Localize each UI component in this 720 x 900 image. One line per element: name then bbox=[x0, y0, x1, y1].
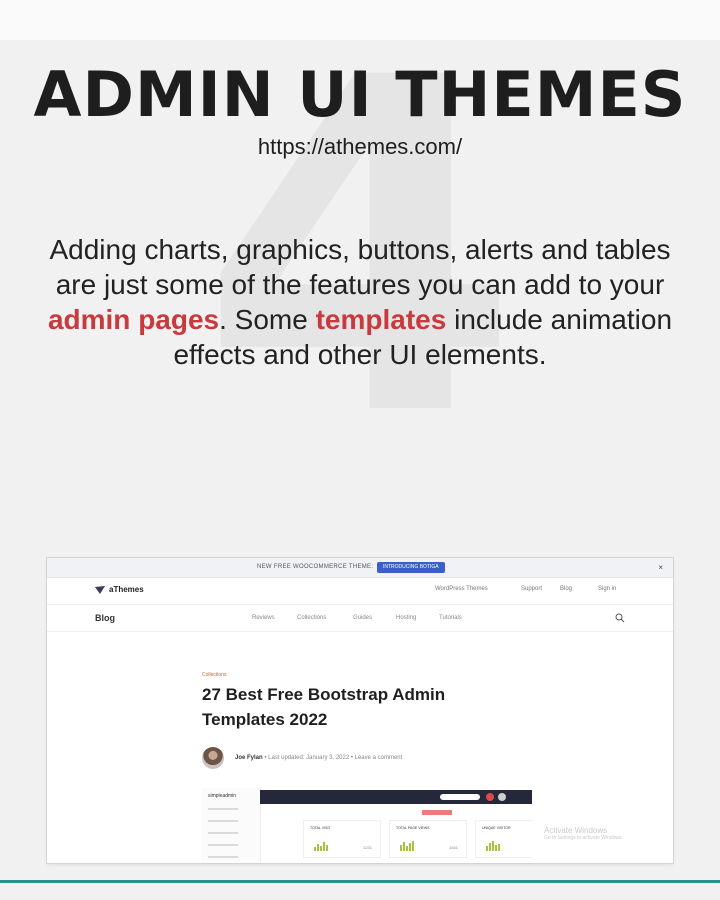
subnav-collections[interactable]: Collections bbox=[297, 615, 326, 621]
stat-card-chart bbox=[486, 833, 501, 851]
nav-support[interactable]: Support bbox=[521, 586, 542, 592]
preview-button bbox=[422, 810, 452, 815]
stat-card-value: 1641 bbox=[449, 845, 458, 850]
athemes-logo-icon bbox=[95, 586, 105, 594]
nav-wordpress-themes[interactable]: WordPress Themes bbox=[435, 586, 488, 592]
stat-card-chart bbox=[314, 833, 329, 851]
stat-card-title: TOTAL PAGE VIEWS bbox=[396, 826, 430, 830]
nav-blog[interactable]: Blog bbox=[560, 586, 572, 592]
blog-heading[interactable]: Blog bbox=[95, 613, 115, 623]
watermark-subtitle: Go to Settings to activate Windows. bbox=[544, 835, 623, 841]
preview-menu-line bbox=[208, 820, 238, 822]
author-name[interactable]: Joe Fylan bbox=[235, 755, 263, 761]
preview-stat-card: TOTAL VISIT 1231 bbox=[304, 821, 380, 857]
article-date: • Last updated: January 3, 2022 • Leave … bbox=[264, 755, 403, 761]
preview-menu-line bbox=[208, 832, 238, 834]
preview-search bbox=[440, 794, 480, 800]
description-text: Adding charts, graphics, buttons, alerts… bbox=[49, 234, 671, 300]
accent-line bbox=[0, 880, 720, 883]
preview-menu-line bbox=[208, 808, 238, 810]
description-paragraph: Adding charts, graphics, buttons, alerts… bbox=[40, 232, 680, 372]
stat-card-title: UNIQUE VISITOR bbox=[482, 826, 511, 830]
subnav-hosting[interactable]: Hosting bbox=[396, 615, 416, 621]
notice-bar: NEW FREE WOOCOMMERCE THEME: INTRODUCING … bbox=[47, 558, 673, 578]
subnav-tutorials[interactable]: Tutorials bbox=[439, 615, 462, 621]
activation-watermark: Activate Windows Go to Settings to activ… bbox=[544, 826, 623, 841]
site-navbar: aThemes WordPress Themes Support Blog Si… bbox=[47, 578, 673, 605]
website-screenshot: NEW FREE WOOCOMMERCE THEME: INTRODUCING … bbox=[47, 558, 673, 863]
description-text: . Some bbox=[219, 304, 316, 335]
stat-card-title: TOTAL VISIT bbox=[310, 826, 331, 830]
nav-sign-in[interactable]: Sign in bbox=[598, 586, 616, 592]
article-meta: Joe Fylan • Last updated: January 3, 202… bbox=[235, 755, 402, 761]
preview-logo: simpleadmin bbox=[208, 793, 237, 799]
article-title: 27 Best Free Bootstrap Admin Templates 2… bbox=[202, 685, 446, 729]
preview-stat-card: UNIQUE VISITOR 677 bbox=[476, 821, 532, 857]
preview-menu-line bbox=[208, 844, 238, 846]
subnav-guides[interactable]: Guides bbox=[353, 615, 372, 621]
admin-template-preview: simpleadmin TOTAL VISIT 1231 TOTAL PAGE … bbox=[202, 788, 532, 863]
close-icon[interactable]: × bbox=[658, 558, 663, 577]
preview-sidebar: simpleadmin bbox=[202, 788, 261, 863]
search-icon[interactable] bbox=[615, 613, 625, 623]
preview-stat-card: TOTAL PAGE VIEWS 1641 bbox=[390, 821, 466, 857]
highlight-templates: templates bbox=[315, 304, 447, 335]
stat-card-value: 1231 bbox=[363, 845, 372, 850]
site-logo[interactable]: aThemes bbox=[109, 585, 144, 594]
preview-notification-icon bbox=[486, 793, 494, 801]
blog-subnav: Blog Reviews Collections Guides Hosting … bbox=[47, 605, 673, 632]
source-url[interactable]: https://athemes.com/ bbox=[0, 134, 720, 160]
preview-avatar bbox=[498, 793, 506, 801]
highlight-admin-pages: admin pages bbox=[47, 304, 220, 335]
page-title: ADMIN UI THEMES bbox=[33, 58, 687, 131]
author-avatar bbox=[202, 747, 224, 769]
stat-card-chart bbox=[400, 833, 415, 851]
article-category[interactable]: Collections bbox=[202, 672, 226, 678]
subnav-reviews[interactable]: Reviews bbox=[252, 615, 275, 621]
notice-button[interactable]: INTRODUCING BOTIGA bbox=[377, 562, 445, 573]
notice-text: NEW FREE WOOCOMMERCE THEME: bbox=[257, 564, 374, 570]
watermark-title: Activate Windows bbox=[544, 826, 608, 835]
preview-menu-line bbox=[208, 856, 238, 858]
preview-topbar bbox=[260, 790, 532, 804]
